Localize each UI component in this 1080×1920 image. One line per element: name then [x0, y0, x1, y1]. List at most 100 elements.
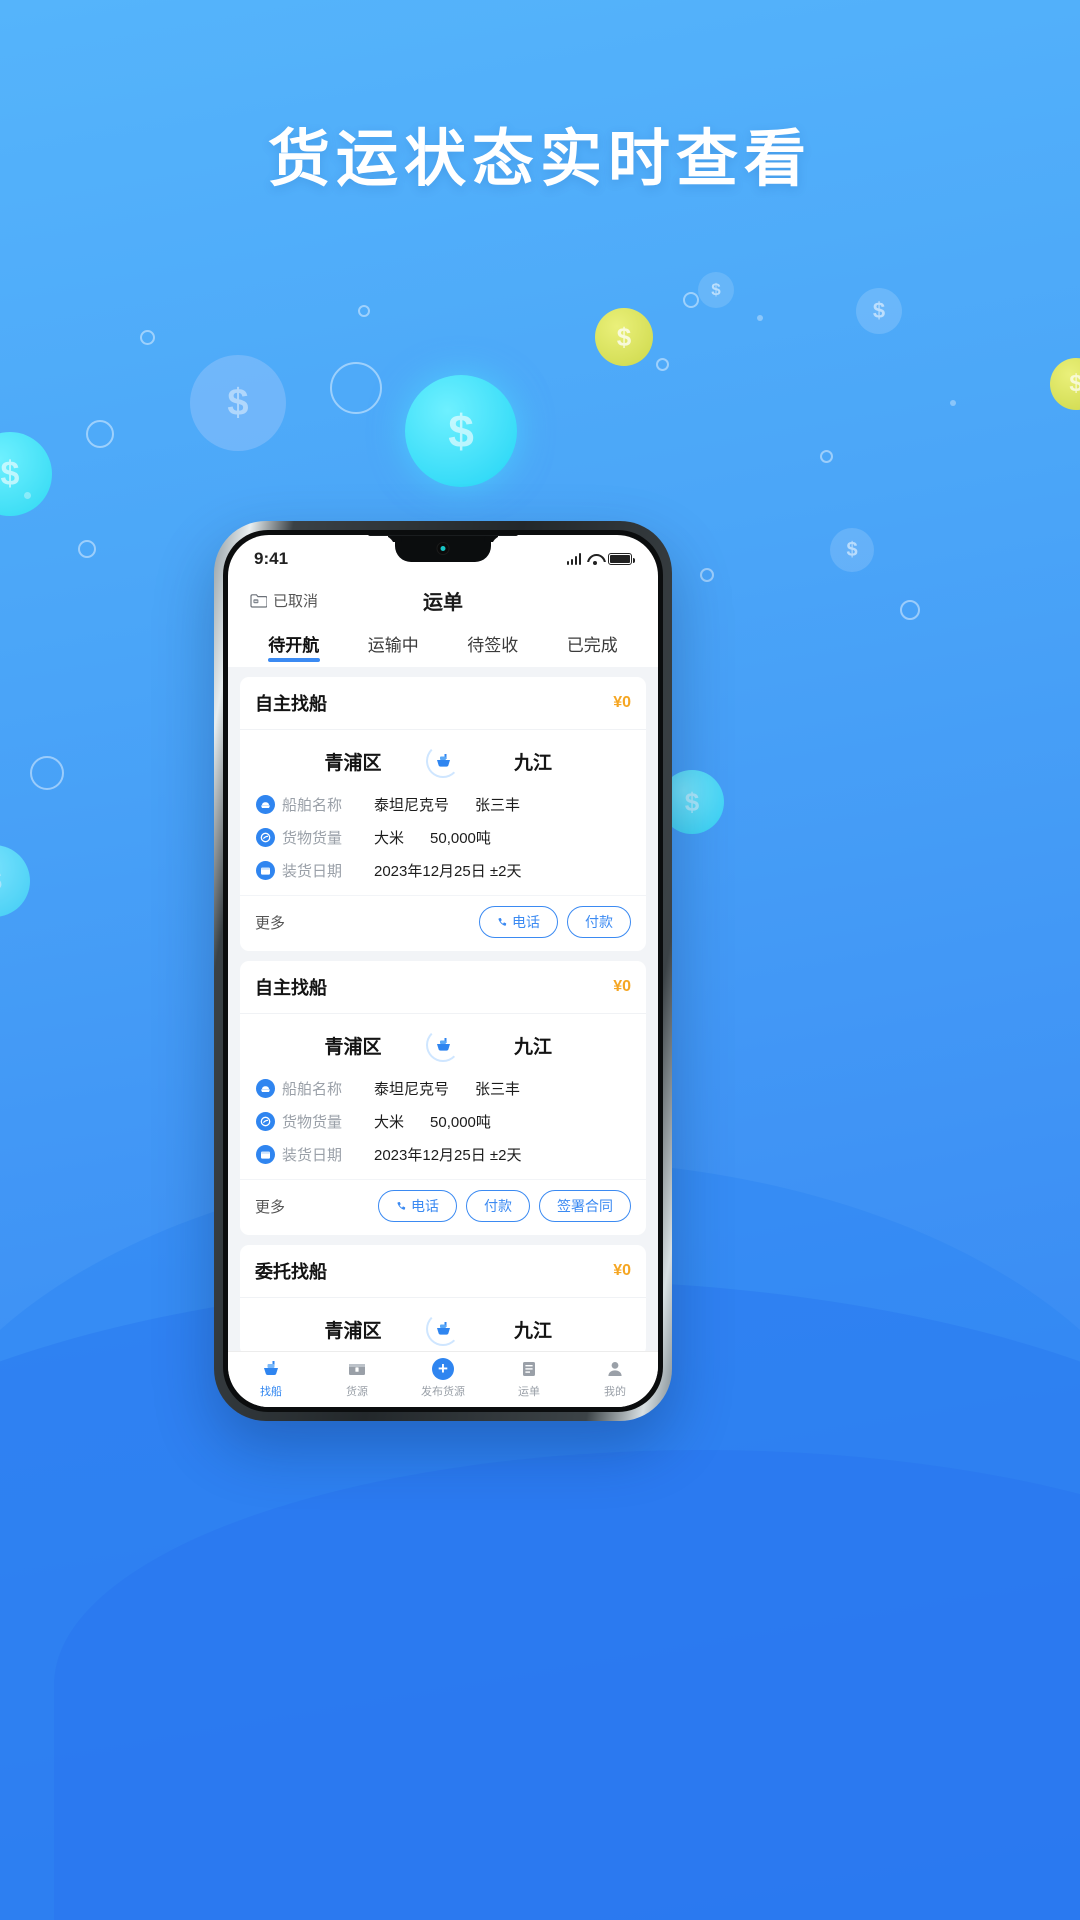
card-actions: 更多 电话 付款	[240, 895, 646, 951]
call-button-label: 电话	[512, 914, 540, 930]
route-destination: 九江	[513, 752, 552, 774]
pay-button[interactable]: 付款	[567, 906, 631, 938]
detail-row-cargo: 货物货量 大米 50,000吨	[256, 821, 630, 854]
tab-in-transit[interactable]: 运输中	[344, 631, 444, 660]
ship-name-icon	[256, 1079, 275, 1098]
detail-value-secondary: 50,000吨	[430, 830, 491, 847]
call-button[interactable]: 电话	[378, 1190, 457, 1222]
app-navbar: 已取消 运单	[228, 577, 658, 623]
detail-label: 货物货量	[282, 1114, 343, 1131]
detail-value-secondary: 张三丰	[475, 797, 521, 814]
ship-icon	[426, 744, 460, 778]
call-button-label: 电话	[411, 1198, 439, 1214]
detail-label: 装货日期	[282, 863, 343, 880]
waybill-list[interactable]: 自主找船 ¥0 青浦区 九江 船舶名称 泰坦尼克号 张三丰 货物货量 大米 50…	[228, 667, 658, 1351]
detail-value-primary: 大米	[374, 1114, 405, 1131]
route-summary: 青浦区 九江	[240, 730, 646, 788]
card-header: 自主找船 ¥0	[240, 677, 646, 730]
status-icons	[566, 553, 635, 565]
coin-decoration: $	[698, 272, 734, 308]
cancelled-filter-button[interactable]: 已取消	[250, 590, 318, 611]
bottom-navigation: 找船 货源 + 发布货源 运单 我的	[228, 1351, 658, 1407]
bubble-decoration	[86, 420, 114, 448]
detail-label: 货物货量	[282, 830, 343, 847]
loading-date-icon	[256, 1145, 275, 1164]
detail-value-primary: 2023年12月25日 ±2天	[374, 1147, 522, 1164]
route-origin: 青浦区	[324, 1036, 382, 1058]
folder-cancel-icon	[250, 593, 267, 608]
nav-label: 货源	[346, 1385, 368, 1398]
nav-item-profile[interactable]: 我的	[572, 1358, 658, 1399]
route-origin: 青浦区	[324, 752, 382, 774]
waybill-card[interactable]: 委托找船 ¥0 青浦区 九江	[240, 1245, 646, 1351]
loading-date-icon	[256, 861, 275, 880]
plus-nav-icon: +	[432, 1357, 454, 1380]
phone-icon	[397, 1201, 406, 1210]
bubble-decoration	[358, 305, 370, 317]
detail-label: 船舶名称	[282, 1081, 343, 1098]
front-camera-icon	[436, 542, 450, 555]
sign-contract-button[interactable]: 签署合同	[539, 1190, 631, 1222]
detail-value-primary: 泰坦尼克号	[374, 1081, 450, 1098]
waybill-card[interactable]: 自主找船 ¥0 青浦区 九江 船舶名称 泰坦尼克号 张三丰 货物货量 大米 50…	[240, 961, 646, 1235]
card-header: 自主找船 ¥0	[240, 961, 646, 1014]
ship-icon	[426, 1312, 460, 1346]
cargo-nav-icon	[347, 1358, 367, 1380]
more-button[interactable]: 更多	[255, 912, 285, 933]
bubble-dot-decoration	[24, 492, 31, 499]
earpiece-icon	[368, 535, 518, 536]
pay-button-label: 付款	[484, 1198, 512, 1214]
cargo-volume-icon	[256, 828, 275, 847]
nav-item-cargo-source[interactable]: 货源	[314, 1358, 400, 1399]
route-destination: 九江	[513, 1036, 552, 1058]
tab-pending-signature[interactable]: 待签收	[443, 631, 543, 660]
detail-value-secondary: 张三丰	[475, 1081, 521, 1098]
phone-bezel: 9:41 已取消 运单 待开航 运输中 待签收 已完成 自主找船 ¥0 青浦区 …	[223, 530, 663, 1412]
detail-values: 泰坦尼克号 张三丰	[374, 1078, 520, 1099]
page-title: 货运状态实时查看	[267, 125, 812, 194]
notch	[395, 535, 491, 562]
detail-value-primary: 泰坦尼克号	[374, 797, 450, 814]
bubble-decoration	[30, 756, 64, 790]
pay-button[interactable]: 付款	[466, 1190, 530, 1222]
call-button[interactable]: 电话	[479, 906, 558, 938]
ship-nav-icon	[260, 1358, 282, 1380]
coin-decoration: $	[190, 355, 286, 451]
ship-name-icon	[256, 795, 275, 814]
nav-label: 我的	[604, 1385, 626, 1398]
bubble-decoration	[900, 600, 920, 620]
action-buttons: 电话 付款 签署合同	[378, 1190, 631, 1222]
bubble-decoration	[140, 330, 155, 345]
nav-label: 运单	[518, 1385, 540, 1398]
tab-completed[interactable]: 已完成	[543, 631, 643, 660]
tab-pending-departure[interactable]: 待开航	[244, 631, 344, 660]
nav-item-publish-cargo[interactable]: + 发布货源	[400, 1357, 486, 1399]
card-type-label: 自主找船	[255, 694, 327, 714]
card-price: ¥0	[613, 1262, 631, 1279]
coin-decoration: $	[856, 288, 902, 334]
bubble-decoration	[700, 568, 714, 582]
pay-button-label: 付款	[585, 914, 613, 930]
waybill-card[interactable]: 自主找船 ¥0 青浦区 九江 船舶名称 泰坦尼克号 张三丰 货物货量 大米 50…	[240, 677, 646, 951]
route-destination: 九江	[513, 1320, 552, 1342]
bubble-decoration	[656, 358, 669, 371]
detail-values: 大米 50,000吨	[374, 1111, 491, 1132]
detail-values: 大米 50,000吨	[374, 827, 491, 848]
more-button[interactable]: 更多	[255, 1196, 285, 1217]
profile-nav-icon	[606, 1358, 624, 1380]
status-tabs: 待开航 运输中 待签收 已完成	[228, 623, 658, 667]
card-detail-rows: 船舶名称 泰坦尼克号 张三丰 货物货量 大米 50,000吨 装货日期 2023…	[240, 788, 646, 895]
nav-label: 找船	[260, 1385, 282, 1398]
nav-item-find-ship[interactable]: 找船	[228, 1358, 314, 1399]
detail-value-primary: 大米	[374, 830, 405, 847]
route-summary: 青浦区 九江	[240, 1014, 646, 1072]
card-detail-rows: 船舶名称 泰坦尼克号 张三丰 货物货量 大米 50,000吨 装货日期 2023…	[240, 1072, 646, 1179]
nav-item-waybill[interactable]: 运单	[486, 1358, 572, 1399]
detail-row-ship-name: 船舶名称 泰坦尼克号 张三丰	[256, 1072, 630, 1105]
bubble-decoration	[330, 362, 382, 414]
detail-value-primary: 2023年12月25日 ±2天	[374, 863, 522, 880]
coin-decoration: $	[405, 375, 517, 487]
coin-decoration: $	[0, 432, 52, 516]
card-type-label: 委托找船	[255, 1262, 327, 1282]
phone-screen: 9:41 已取消 运单 待开航 运输中 待签收 已完成 自主找船 ¥0 青浦区 …	[228, 535, 658, 1407]
